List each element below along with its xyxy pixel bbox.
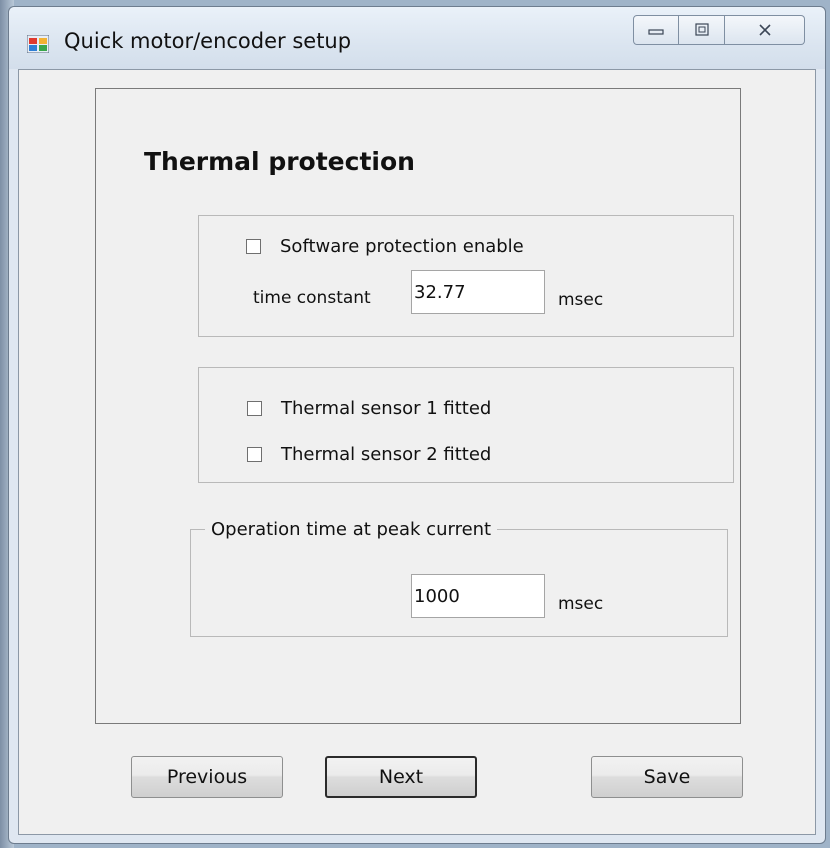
caption-buttons: [633, 15, 823, 45]
wizard-panel: Thermal protection Software protection e…: [95, 88, 741, 724]
maximize-button[interactable]: [679, 15, 725, 45]
previous-button[interactable]: Previous: [131, 756, 283, 798]
save-button[interactable]: Save: [591, 756, 743, 798]
client-area: Thermal protection Software protection e…: [18, 69, 816, 835]
software-protection-group: Software protection enable time constant…: [198, 215, 734, 337]
software-protection-label: Software protection enable: [280, 236, 524, 257]
thermal-sensor-2-checkbox[interactable]: Thermal sensor 2 fitted: [247, 444, 491, 465]
thermal-sensor-2-checkbox-box[interactable]: [247, 447, 262, 462]
peak-current-group-label: Operation time at peak current: [205, 519, 498, 540]
title-bar[interactable]: Quick motor/encoder setup: [9, 7, 825, 69]
close-icon: [758, 24, 771, 36]
thermal-sensor-2-label: Thermal sensor 2 fitted: [281, 444, 492, 465]
software-protection-checkbox[interactable]: Software protection enable: [246, 236, 524, 257]
dialog-window: Quick motor/encoder setup Thermal protec…: [8, 6, 826, 844]
thermal-sensor-1-label: Thermal sensor 1 fitted: [281, 398, 492, 419]
close-button[interactable]: [725, 15, 805, 45]
page-title: Thermal protection: [144, 147, 415, 176]
peak-current-time-input[interactable]: [411, 574, 545, 618]
software-protection-checkbox-box[interactable]: [246, 239, 261, 254]
minimize-icon: [648, 29, 664, 35]
time-constant-unit: msec: [558, 290, 604, 310]
peak-current-unit: msec: [558, 594, 604, 614]
next-button[interactable]: Next: [325, 756, 477, 798]
minimize-button[interactable]: [633, 15, 679, 45]
time-constant-label: time constant: [253, 288, 371, 308]
peak-current-group: Operation time at peak current msec: [190, 519, 728, 637]
maximize-icon: [694, 23, 709, 36]
thermal-sensor-1-checkbox-box[interactable]: [247, 401, 262, 416]
thermal-sensor-1-checkbox[interactable]: Thermal sensor 1 fitted: [247, 398, 491, 419]
time-constant-input[interactable]: [411, 270, 545, 314]
app-window-icon: [27, 35, 49, 53]
thermal-sensors-group: Thermal sensor 1 fitted Thermal sensor 2…: [198, 367, 734, 483]
window-title: Quick motor/encoder setup: [64, 29, 352, 53]
